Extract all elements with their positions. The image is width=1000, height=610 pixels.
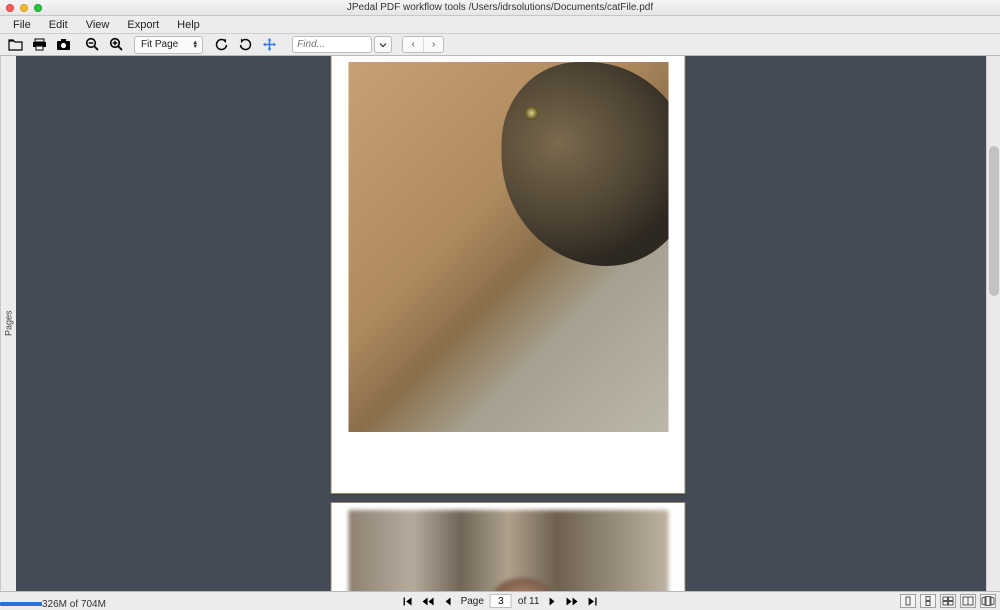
vertical-scrollbar[interactable] — [986, 56, 1000, 591]
find-navigation: ‹ › — [402, 36, 444, 53]
pages-panel-tab[interactable]: Pages — [0, 56, 16, 591]
find-input[interactable] — [292, 36, 372, 53]
page-total-label: of 11 — [518, 596, 540, 607]
menu-help[interactable]: Help — [168, 19, 209, 31]
pan-button[interactable] — [258, 35, 280, 55]
zoom-out-icon — [85, 37, 100, 52]
rotate-ccw-icon — [214, 37, 229, 52]
zoom-out-button[interactable] — [81, 35, 103, 55]
rotate-right-button[interactable] — [234, 35, 256, 55]
menu-edit[interactable]: Edit — [40, 19, 77, 31]
go-next-icon — [548, 596, 557, 607]
scrollbar-thumb[interactable] — [989, 146, 999, 296]
find-prev-button[interactable]: ‹ — [403, 37, 423, 52]
maximize-window-button[interactable] — [34, 4, 42, 12]
snapshot-button[interactable] — [52, 35, 74, 55]
memory-bar — [0, 602, 42, 606]
menu-view[interactable]: View — [77, 19, 119, 31]
menu-export[interactable]: Export — [118, 19, 168, 31]
toolbar: Fit Page ▲▼ ‹ › — [0, 34, 1000, 56]
fast-forward-icon — [566, 596, 579, 607]
stepper-arrows-icon: ▲▼ — [192, 41, 198, 49]
move-icon — [262, 37, 277, 52]
find-options-button[interactable] — [374, 36, 392, 53]
close-window-button[interactable] — [6, 4, 14, 12]
find-next-button[interactable]: › — [423, 37, 443, 52]
next-page-button[interactable] — [545, 594, 559, 608]
open-button[interactable] — [4, 35, 26, 55]
printer-icon — [32, 38, 47, 51]
folder-open-icon — [8, 38, 23, 51]
pdf-image-content — [348, 510, 668, 591]
page-label: Page — [461, 596, 484, 607]
forward-button[interactable] — [565, 594, 579, 608]
pageflow-icon — [981, 596, 995, 606]
last-page-button[interactable] — [585, 594, 599, 608]
memory-indicator: 326M of 704M — [0, 599, 106, 610]
memory-text: 326M of 704M — [42, 599, 106, 610]
cover-facing-icon — [962, 596, 974, 606]
document-viewer[interactable] — [16, 56, 1000, 591]
go-prev-icon — [443, 596, 452, 607]
window-title: JPedal PDF workflow tools /Users/idrsolu… — [0, 2, 1000, 13]
status-bar: 326M of 704M Page of 11 — [0, 592, 1000, 610]
first-page-button[interactable] — [401, 594, 415, 608]
prev-page-button[interactable] — [441, 594, 455, 608]
page-navigation: Page of 11 — [401, 594, 600, 608]
continuous-icon — [923, 596, 933, 606]
menubar: File Edit View Export Help — [0, 16, 1000, 34]
cover-facing-view-button[interactable] — [960, 594, 976, 608]
continuous-view-button[interactable] — [920, 594, 936, 608]
pageflow-view-button[interactable] — [980, 594, 996, 608]
pdf-image-content — [348, 62, 668, 432]
minimize-window-button[interactable] — [20, 4, 28, 12]
single-page-view-button[interactable] — [900, 594, 916, 608]
work-area: Pages — [0, 56, 1000, 592]
chevron-down-icon — [379, 41, 387, 49]
go-first-icon — [402, 596, 413, 607]
zoom-mode-value: Fit Page — [141, 39, 178, 50]
zoom-in-button[interactable] — [105, 35, 127, 55]
camera-icon — [56, 38, 71, 51]
rotate-cw-icon — [238, 37, 253, 52]
rewind-icon — [421, 596, 434, 607]
rewind-button[interactable] — [421, 594, 435, 608]
rotate-left-button[interactable] — [210, 35, 232, 55]
single-page-icon — [903, 596, 913, 606]
facing-icon — [942, 596, 954, 606]
zoom-in-icon — [109, 37, 124, 52]
print-button[interactable] — [28, 35, 50, 55]
page-number-input[interactable] — [490, 594, 512, 608]
window-controls — [0, 4, 42, 12]
zoom-mode-select[interactable]: Fit Page ▲▼ — [134, 36, 203, 54]
window-titlebar: JPedal PDF workflow tools /Users/idrsolu… — [0, 0, 1000, 16]
facing-view-button[interactable] — [940, 594, 956, 608]
pdf-page — [331, 502, 686, 591]
view-mode-controls — [900, 594, 996, 608]
pdf-page — [331, 56, 686, 494]
go-last-icon — [587, 596, 598, 607]
menu-file[interactable]: File — [4, 19, 40, 31]
